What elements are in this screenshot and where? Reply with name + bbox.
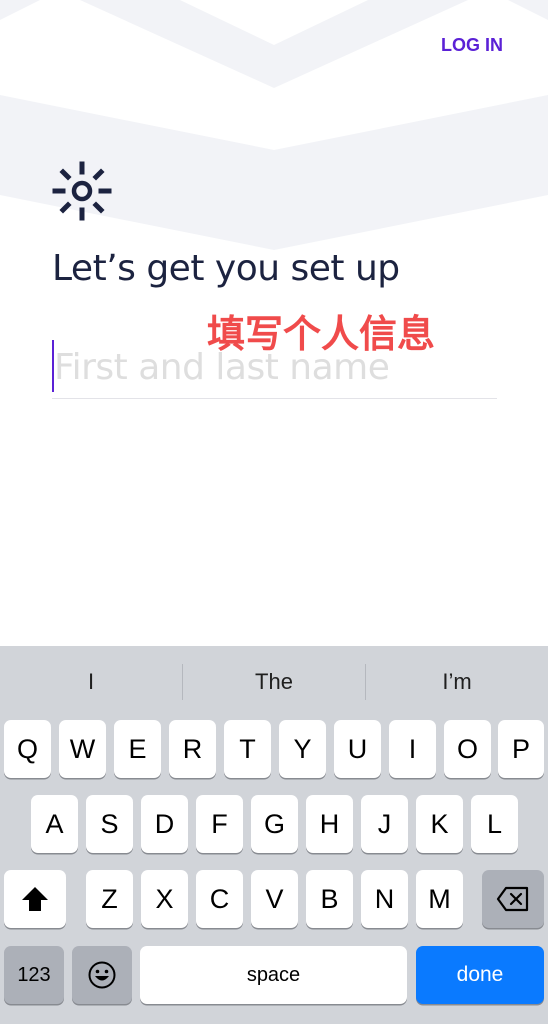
done-key[interactable]: done bbox=[416, 946, 544, 1004]
sun-icon bbox=[52, 161, 112, 221]
shift-arrow-icon bbox=[22, 887, 48, 911]
key-b[interactable]: B bbox=[306, 870, 353, 928]
key-d[interactable]: D bbox=[141, 795, 188, 853]
shift-key[interactable] bbox=[4, 870, 66, 928]
suggestion-item[interactable]: I’m bbox=[366, 658, 548, 706]
key-j[interactable]: J bbox=[361, 795, 408, 853]
key-z[interactable]: Z bbox=[86, 870, 133, 928]
backspace-key[interactable] bbox=[482, 870, 544, 928]
key-t[interactable]: T bbox=[224, 720, 271, 778]
key-h[interactable]: H bbox=[306, 795, 353, 853]
keyboard: I The I’m Q W E R T Y U I O P A S D F G … bbox=[0, 646, 548, 1024]
page-title: Let’s get you set up bbox=[52, 248, 400, 289]
key-f[interactable]: F bbox=[196, 795, 243, 853]
key-g[interactable]: G bbox=[251, 795, 298, 853]
key-i[interactable]: I bbox=[389, 720, 436, 778]
key-p[interactable]: P bbox=[498, 720, 544, 778]
space-key[interactable]: space bbox=[140, 946, 407, 1004]
emoji-icon bbox=[88, 961, 116, 989]
backspace-icon bbox=[496, 886, 529, 912]
key-n[interactable]: N bbox=[361, 870, 408, 928]
login-button[interactable]: LOG IN bbox=[441, 35, 503, 56]
key-m[interactable]: M bbox=[416, 870, 463, 928]
emoji-key[interactable] bbox=[72, 946, 132, 1004]
name-field[interactable] bbox=[52, 338, 497, 399]
key-s[interactable]: S bbox=[86, 795, 133, 853]
key-q[interactable]: Q bbox=[4, 720, 51, 778]
key-o[interactable]: O bbox=[444, 720, 491, 778]
key-k[interactable]: K bbox=[416, 795, 463, 853]
key-u[interactable]: U bbox=[334, 720, 381, 778]
numbers-key[interactable]: 123 bbox=[4, 946, 64, 1004]
suggestion-item[interactable]: I bbox=[0, 658, 182, 706]
key-w[interactable]: W bbox=[59, 720, 106, 778]
key-e[interactable]: E bbox=[114, 720, 161, 778]
key-c[interactable]: C bbox=[196, 870, 243, 928]
key-r[interactable]: R bbox=[169, 720, 216, 778]
key-l[interactable]: L bbox=[471, 795, 518, 853]
suggestion-bar: I The I’m bbox=[0, 646, 548, 718]
key-x[interactable]: X bbox=[141, 870, 188, 928]
key-a[interactable]: A bbox=[31, 795, 78, 853]
suggestion-item[interactable]: The bbox=[183, 658, 365, 706]
name-input[interactable] bbox=[54, 338, 494, 396]
key-v[interactable]: V bbox=[251, 870, 298, 928]
key-y[interactable]: Y bbox=[279, 720, 326, 778]
